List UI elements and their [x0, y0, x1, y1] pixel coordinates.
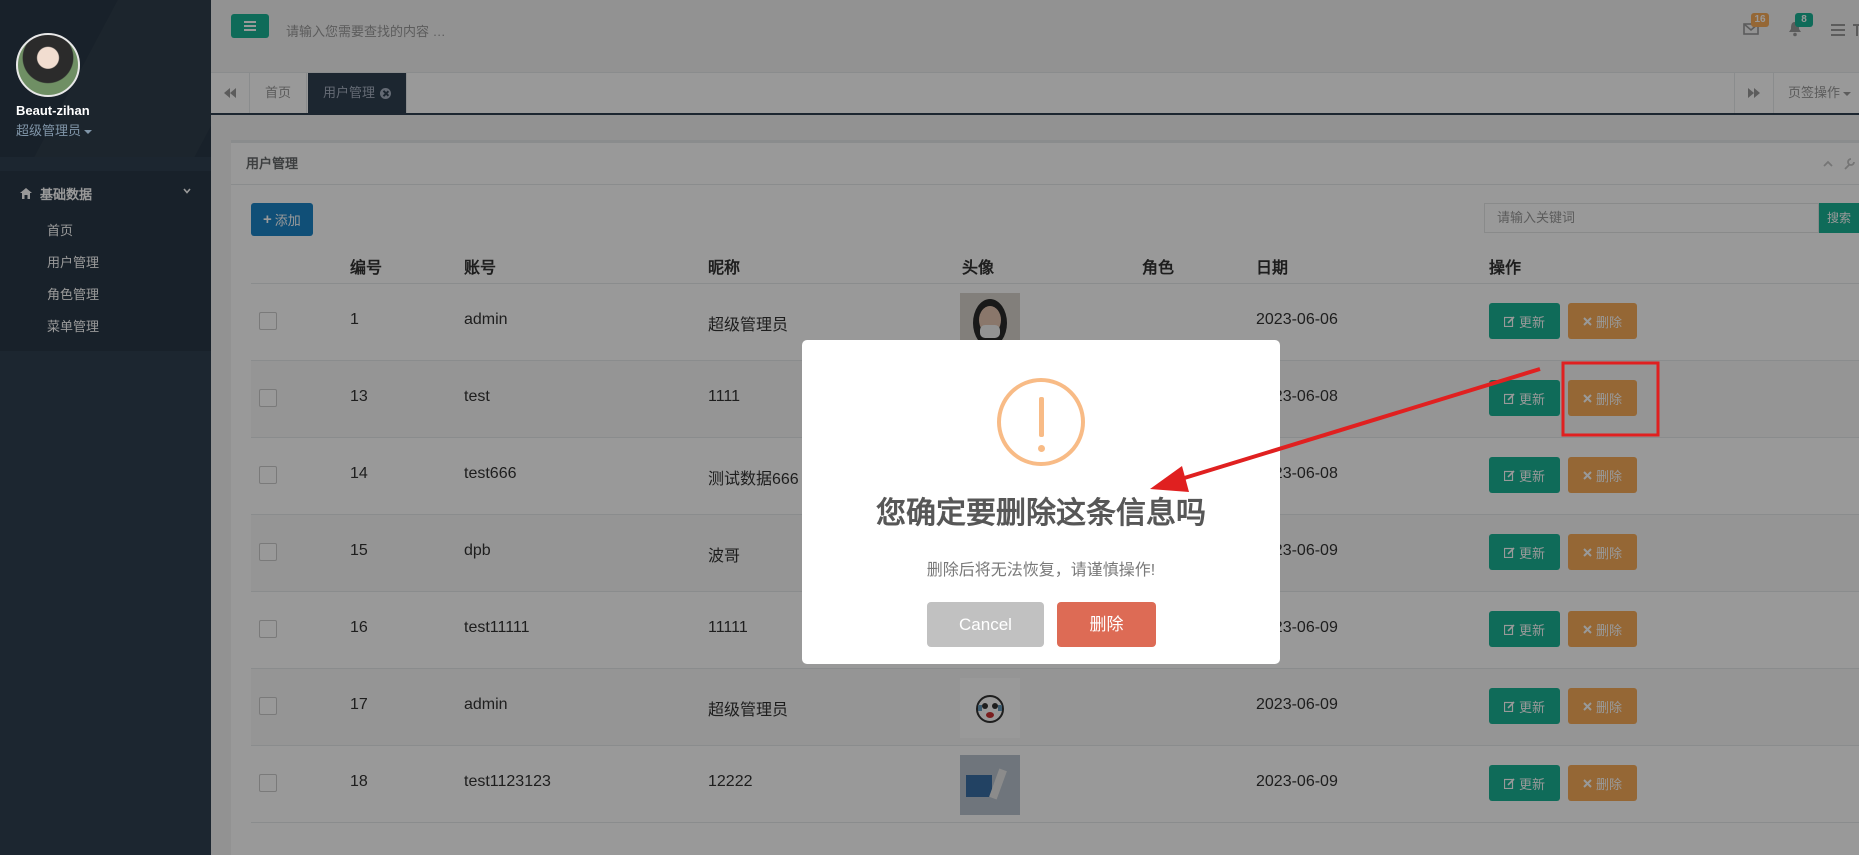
caret-down-icon	[84, 129, 93, 134]
warning-icon	[997, 378, 1085, 466]
cancel-button[interactable]: Cancel	[927, 602, 1044, 647]
warning-bar	[1039, 397, 1044, 437]
profile-name: Beaut-zihan	[16, 103, 90, 118]
avatar[interactable]	[16, 33, 80, 97]
dialog-text: 删除后将无法恢复，请谨慎操作!	[926, 562, 1156, 579]
warning-dot	[1038, 445, 1045, 452]
confirm-dialog: 您确定要删除这条信息吗 删除后将无法恢复，请谨慎操作! Cancel 删除	[802, 340, 1280, 664]
confirm-delete-button[interactable]: 删除	[1057, 602, 1156, 647]
profile-role-dropdown[interactable]: 超级管理员	[16, 120, 211, 139]
dialog-title: 您确定要删除这条信息吗	[876, 497, 1206, 530]
profile-role-label: 超级管理员	[16, 123, 82, 138]
